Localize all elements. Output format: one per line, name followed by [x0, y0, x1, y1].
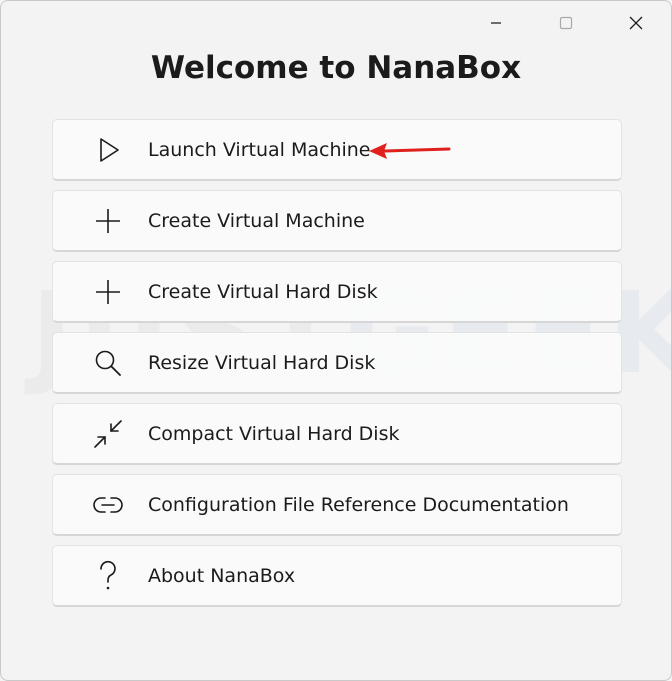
menu-item-label: Compact Virtual Hard Disk — [148, 422, 400, 445]
resize-virtual-hard-disk-button[interactable]: Resize Virtual Hard Disk — [52, 332, 622, 394]
menu-item-label: About NanaBox — [148, 564, 296, 587]
plus-icon — [91, 275, 125, 309]
create-virtual-hard-disk-button[interactable]: Create Virtual Hard Disk — [52, 261, 622, 323]
play-icon — [91, 133, 125, 167]
minimize-button[interactable] — [461, 1, 531, 45]
close-button[interactable] — [601, 1, 671, 45]
help-icon — [91, 559, 125, 593]
plus-icon — [91, 204, 125, 238]
compact-virtual-hard-disk-button[interactable]: Compact Virtual Hard Disk — [52, 403, 622, 465]
page-title: Welcome to NanaBox — [150, 50, 522, 86]
maximize-icon — [559, 16, 573, 30]
maximize-button[interactable] — [531, 1, 601, 45]
menu-item-label: Configuration File Reference Documentati… — [148, 493, 569, 516]
menu-item-label: Create Virtual Hard Disk — [148, 280, 378, 303]
menu-item-label: Launch Virtual Machine — [148, 138, 371, 161]
caption-buttons — [461, 1, 671, 45]
menu-item-label: Create Virtual Machine — [148, 209, 365, 232]
menu-item-label: Resize Virtual Hard Disk — [148, 351, 376, 374]
search-icon — [91, 346, 125, 380]
create-virtual-machine-button[interactable]: Create Virtual Machine — [52, 190, 622, 252]
launch-virtual-machine-button[interactable]: Launch Virtual Machine — [52, 119, 622, 181]
red-arrow-annotation — [369, 143, 451, 159]
nanabox-welcome-window: JUSTGEEK Welcome to NanaBox — [0, 0, 672, 681]
minimize-icon — [491, 22, 501, 24]
close-icon — [629, 16, 643, 30]
configuration-documentation-button[interactable]: Configuration File Reference Documentati… — [52, 474, 622, 536]
about-nanabox-button[interactable]: About NanaBox — [52, 545, 622, 607]
welcome-menu: Launch Virtual Machine Create Virtual Ma… — [52, 119, 622, 616]
link-icon — [91, 488, 125, 522]
compress-icon — [91, 417, 125, 451]
